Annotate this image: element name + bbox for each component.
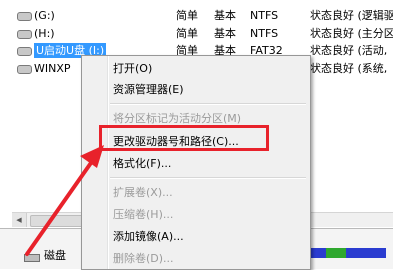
annotation-arrow-icon [25,145,104,256]
